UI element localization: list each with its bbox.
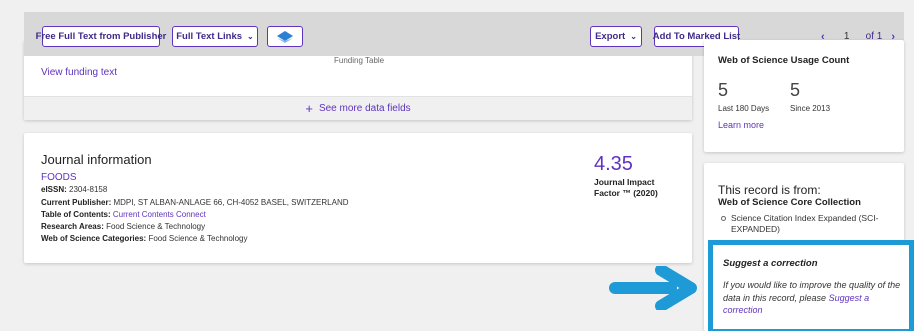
usage-count-title: Web of Science Usage Count	[718, 55, 850, 66]
wos-categories-value: Food Science & Technology	[148, 234, 248, 244]
full-text-links-label: Full Text Links	[176, 31, 243, 42]
funding-table-label: Funding Table	[334, 56, 385, 65]
impact-factor-label-line2: Factor ™ (2020)	[594, 188, 658, 198]
free-full-text-button[interactable]: Free Full Text from Publisher	[36, 26, 166, 47]
full-text-links-button[interactable]: Full Text Links ⌄	[172, 26, 258, 47]
eissn-value: 2304-8158	[69, 185, 108, 195]
see-more-label: See more data fields	[318, 103, 411, 114]
free-full-text-label: Free Full Text from Publisher	[35, 31, 167, 42]
journal-info-title: Journal information	[41, 152, 152, 167]
chevron-down-icon: ⌄	[247, 32, 254, 41]
impact-factor-label-line1: Journal Impact	[594, 177, 655, 187]
export-label: Export	[595, 31, 626, 42]
impact-factor-label: Journal Impact Factor ™ (2020)	[594, 177, 658, 199]
journal-information-card: Journal information FOODS eISSN: 2304-81…	[24, 133, 692, 263]
eissn-label: eISSN:	[41, 185, 67, 195]
index-list-item: Science Citation Index Expanded (SCI-EXP…	[721, 213, 891, 235]
suggest-correction-body: If you would like to improve the quality…	[723, 279, 907, 317]
index-item-label: Science Citation Index Expanded (SCI-EXP…	[731, 213, 879, 234]
impact-factor-value[interactable]: 4.35	[594, 153, 633, 176]
learn-more-link[interactable]: Learn more	[718, 120, 764, 130]
journal-info-body: FOODS eISSN: 2304-8158 Current Publisher…	[41, 172, 349, 246]
journal-name-link[interactable]: FOODS	[41, 172, 77, 183]
record-collection: Web of Science Core Collection	[718, 197, 861, 208]
record-source-heading: This record is from:	[718, 183, 821, 197]
usage-count-180: 5	[718, 80, 729, 100]
plus-icon: +	[305, 101, 313, 116]
chevron-down-icon: ⌄	[630, 32, 637, 41]
view-funding-text-link[interactable]: View funding text	[41, 67, 117, 78]
usage-count-2013: 5	[790, 80, 801, 100]
publisher-logo-icon	[277, 30, 293, 43]
publisher-value: MDPI, ST ALBAN-ANLAGE 66, CH-4052 BASEL,…	[113, 197, 349, 207]
suggest-correction-box: Suggest a correction If you would like t…	[708, 240, 914, 331]
usage-label-2013: Since 2013	[790, 104, 831, 113]
research-areas-label: Research Areas:	[41, 222, 104, 232]
export-button[interactable]: Export ⌄	[590, 26, 642, 47]
toc-label: Table of Contents:	[41, 209, 111, 219]
current-contents-link[interactable]: Current Contents Connect	[113, 210, 206, 219]
see-more-data-fields-button[interactable]: + See more data fields	[24, 96, 692, 120]
bullet-icon	[721, 216, 726, 221]
suggest-correction-text: If you would like to improve the quality…	[723, 280, 901, 303]
usage-label-180: Last 180 Days	[718, 104, 770, 113]
suggest-correction-title: Suggest a correction	[723, 258, 818, 269]
publisher-logo-button[interactable]	[267, 26, 303, 47]
research-areas-value: Food Science & Technology	[106, 222, 206, 232]
annotation-arrow-icon	[609, 266, 697, 310]
usage-count-card: Web of Science Usage Count 5 5 Last 180 …	[704, 40, 904, 152]
publisher-label: Current Publisher:	[41, 197, 112, 207]
wos-categories-label: Web of Science Categories:	[41, 234, 147, 244]
